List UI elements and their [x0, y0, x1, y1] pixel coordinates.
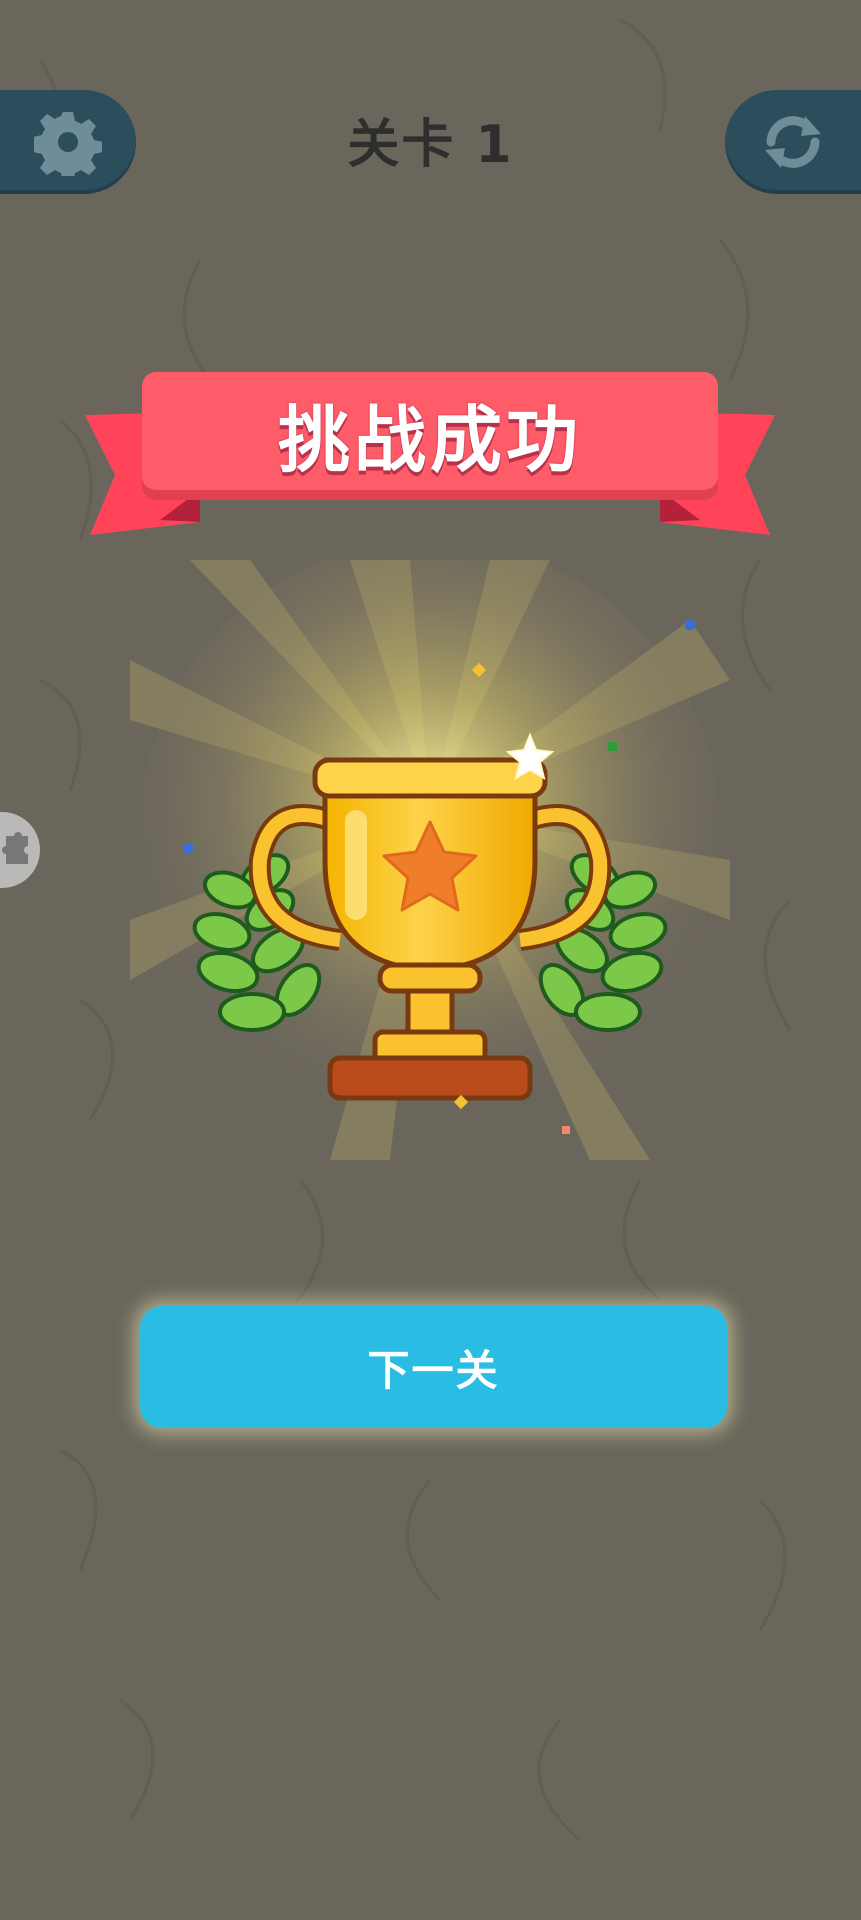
- banner-title: 挑战成功: [277, 398, 582, 482]
- side-puzzle-button[interactable]: [0, 812, 40, 888]
- trophy-illustration: [130, 560, 730, 1160]
- puzzle-icon: [2, 830, 32, 870]
- next-level-button[interactable]: 下一关: [140, 1306, 727, 1428]
- refresh-icon: [759, 108, 827, 176]
- restart-button[interactable]: [725, 90, 861, 194]
- next-level-label: 下一关: [367, 1345, 500, 1395]
- success-banner: 挑战成功: [80, 370, 780, 540]
